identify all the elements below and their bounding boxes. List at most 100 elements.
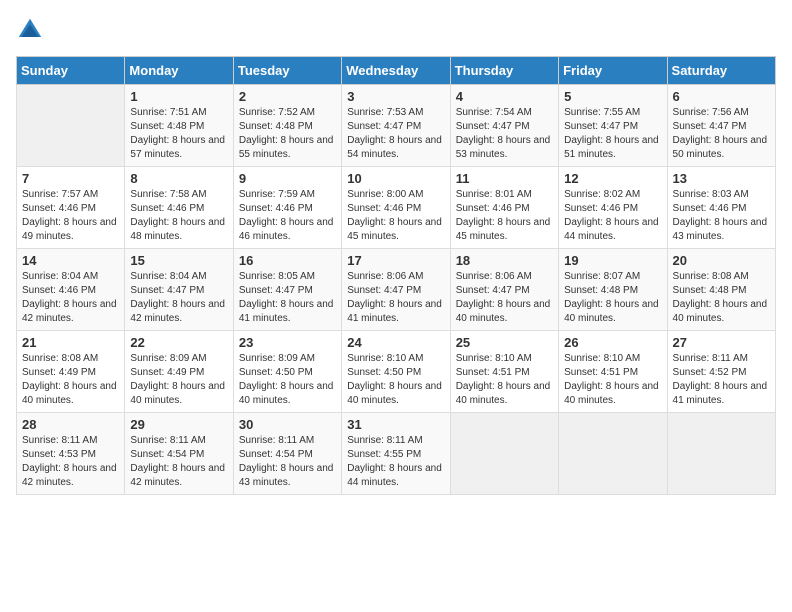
calendar-cell: 31 Sunrise: 8:11 AMSunset: 4:55 PMDaylig… — [342, 413, 450, 495]
calendar-cell: 10 Sunrise: 8:00 AMSunset: 4:46 PMDaylig… — [342, 167, 450, 249]
cell-info: Sunrise: 8:11 AMSunset: 4:53 PMDaylight:… — [22, 434, 119, 490]
cell-info: Sunrise: 7:56 AMSunset: 4:47 PMDaylight:… — [673, 106, 770, 162]
calendar-cell: 11 Sunrise: 8:01 AMSunset: 4:46 PMDaylig… — [450, 167, 558, 249]
calendar-cell: 20 Sunrise: 8:08 AMSunset: 4:48 PMDaylig… — [667, 249, 775, 331]
cell-info: Sunrise: 7:51 AMSunset: 4:48 PMDaylight:… — [130, 106, 227, 162]
cell-info: Sunrise: 8:04 AMSunset: 4:47 PMDaylight:… — [130, 270, 227, 326]
cell-info: Sunrise: 8:07 AMSunset: 4:48 PMDaylight:… — [564, 270, 661, 326]
cell-info: Sunrise: 8:11 AMSunset: 4:54 PMDaylight:… — [239, 434, 336, 490]
day-number: 10 — [347, 171, 444, 186]
day-number: 24 — [347, 335, 444, 350]
calendar-cell: 15 Sunrise: 8:04 AMSunset: 4:47 PMDaylig… — [125, 249, 233, 331]
calendar-cell: 4 Sunrise: 7:54 AMSunset: 4:47 PMDayligh… — [450, 85, 558, 167]
day-number: 27 — [673, 335, 770, 350]
day-number: 14 — [22, 253, 119, 268]
calendar-cell: 13 Sunrise: 8:03 AMSunset: 4:46 PMDaylig… — [667, 167, 775, 249]
calendar-cell: 19 Sunrise: 8:07 AMSunset: 4:48 PMDaylig… — [559, 249, 667, 331]
cell-info: Sunrise: 8:06 AMSunset: 4:47 PMDaylight:… — [347, 270, 444, 326]
calendar-cell: 22 Sunrise: 8:09 AMSunset: 4:49 PMDaylig… — [125, 331, 233, 413]
calendar-cell — [559, 413, 667, 495]
calendar-cell — [17, 85, 125, 167]
day-number: 2 — [239, 89, 336, 104]
day-number: 15 — [130, 253, 227, 268]
cell-info: Sunrise: 8:09 AMSunset: 4:50 PMDaylight:… — [239, 352, 336, 408]
day-number: 3 — [347, 89, 444, 104]
cell-info: Sunrise: 8:06 AMSunset: 4:47 PMDaylight:… — [456, 270, 553, 326]
calendar-cell: 16 Sunrise: 8:05 AMSunset: 4:47 PMDaylig… — [233, 249, 341, 331]
day-number: 1 — [130, 89, 227, 104]
cell-info: Sunrise: 8:00 AMSunset: 4:46 PMDaylight:… — [347, 188, 444, 244]
calendar-cell: 24 Sunrise: 8:10 AMSunset: 4:50 PMDaylig… — [342, 331, 450, 413]
header-row: SundayMondayTuesdayWednesdayThursdayFrid… — [17, 57, 776, 85]
calendar-cell: 1 Sunrise: 7:51 AMSunset: 4:48 PMDayligh… — [125, 85, 233, 167]
weekday-header: Friday — [559, 57, 667, 85]
calendar-cell: 7 Sunrise: 7:57 AMSunset: 4:46 PMDayligh… — [17, 167, 125, 249]
cell-info: Sunrise: 8:10 AMSunset: 4:51 PMDaylight:… — [456, 352, 553, 408]
calendar-cell: 28 Sunrise: 8:11 AMSunset: 4:53 PMDaylig… — [17, 413, 125, 495]
day-number: 6 — [673, 89, 770, 104]
weekday-header: Thursday — [450, 57, 558, 85]
day-number: 25 — [456, 335, 553, 350]
calendar-cell: 9 Sunrise: 7:59 AMSunset: 4:46 PMDayligh… — [233, 167, 341, 249]
logo-icon — [16, 16, 44, 44]
cell-info: Sunrise: 8:04 AMSunset: 4:46 PMDaylight:… — [22, 270, 119, 326]
cell-info: Sunrise: 8:11 AMSunset: 4:52 PMDaylight:… — [673, 352, 770, 408]
day-number: 19 — [564, 253, 661, 268]
calendar-week-row: 28 Sunrise: 8:11 AMSunset: 4:53 PMDaylig… — [17, 413, 776, 495]
weekday-header: Wednesday — [342, 57, 450, 85]
calendar-cell — [450, 413, 558, 495]
logo — [16, 16, 48, 44]
day-number: 22 — [130, 335, 227, 350]
calendar-cell: 17 Sunrise: 8:06 AMSunset: 4:47 PMDaylig… — [342, 249, 450, 331]
calendar-cell: 5 Sunrise: 7:55 AMSunset: 4:47 PMDayligh… — [559, 85, 667, 167]
cell-info: Sunrise: 8:08 AMSunset: 4:48 PMDaylight:… — [673, 270, 770, 326]
day-number: 26 — [564, 335, 661, 350]
calendar-week-row: 1 Sunrise: 7:51 AMSunset: 4:48 PMDayligh… — [17, 85, 776, 167]
calendar-cell: 12 Sunrise: 8:02 AMSunset: 4:46 PMDaylig… — [559, 167, 667, 249]
cell-info: Sunrise: 7:55 AMSunset: 4:47 PMDaylight:… — [564, 106, 661, 162]
calendar-week-row: 21 Sunrise: 8:08 AMSunset: 4:49 PMDaylig… — [17, 331, 776, 413]
calendar-cell: 8 Sunrise: 7:58 AMSunset: 4:46 PMDayligh… — [125, 167, 233, 249]
day-number: 31 — [347, 417, 444, 432]
day-number: 30 — [239, 417, 336, 432]
cell-info: Sunrise: 8:03 AMSunset: 4:46 PMDaylight:… — [673, 188, 770, 244]
calendar-cell: 3 Sunrise: 7:53 AMSunset: 4:47 PMDayligh… — [342, 85, 450, 167]
header — [16, 16, 776, 44]
calendar-week-row: 7 Sunrise: 7:57 AMSunset: 4:46 PMDayligh… — [17, 167, 776, 249]
calendar-cell: 21 Sunrise: 8:08 AMSunset: 4:49 PMDaylig… — [17, 331, 125, 413]
calendar-cell: 27 Sunrise: 8:11 AMSunset: 4:52 PMDaylig… — [667, 331, 775, 413]
cell-info: Sunrise: 8:09 AMSunset: 4:49 PMDaylight:… — [130, 352, 227, 408]
day-number: 5 — [564, 89, 661, 104]
weekday-header: Tuesday — [233, 57, 341, 85]
cell-info: Sunrise: 7:52 AMSunset: 4:48 PMDaylight:… — [239, 106, 336, 162]
calendar-cell: 26 Sunrise: 8:10 AMSunset: 4:51 PMDaylig… — [559, 331, 667, 413]
cell-info: Sunrise: 7:57 AMSunset: 4:46 PMDaylight:… — [22, 188, 119, 244]
day-number: 7 — [22, 171, 119, 186]
day-number: 28 — [22, 417, 119, 432]
calendar-cell: 2 Sunrise: 7:52 AMSunset: 4:48 PMDayligh… — [233, 85, 341, 167]
calendar-cell: 30 Sunrise: 8:11 AMSunset: 4:54 PMDaylig… — [233, 413, 341, 495]
cell-info: Sunrise: 7:58 AMSunset: 4:46 PMDaylight:… — [130, 188, 227, 244]
calendar-cell: 14 Sunrise: 8:04 AMSunset: 4:46 PMDaylig… — [17, 249, 125, 331]
cell-info: Sunrise: 7:53 AMSunset: 4:47 PMDaylight:… — [347, 106, 444, 162]
cell-info: Sunrise: 8:02 AMSunset: 4:46 PMDaylight:… — [564, 188, 661, 244]
weekday-header: Monday — [125, 57, 233, 85]
day-number: 18 — [456, 253, 553, 268]
calendar-cell: 23 Sunrise: 8:09 AMSunset: 4:50 PMDaylig… — [233, 331, 341, 413]
calendar-cell — [667, 413, 775, 495]
calendar-cell: 29 Sunrise: 8:11 AMSunset: 4:54 PMDaylig… — [125, 413, 233, 495]
day-number: 4 — [456, 89, 553, 104]
day-number: 29 — [130, 417, 227, 432]
day-number: 9 — [239, 171, 336, 186]
calendar-cell: 25 Sunrise: 8:10 AMSunset: 4:51 PMDaylig… — [450, 331, 558, 413]
cell-info: Sunrise: 8:11 AMSunset: 4:55 PMDaylight:… — [347, 434, 444, 490]
cell-info: Sunrise: 8:11 AMSunset: 4:54 PMDaylight:… — [130, 434, 227, 490]
calendar-cell: 18 Sunrise: 8:06 AMSunset: 4:47 PMDaylig… — [450, 249, 558, 331]
day-number: 12 — [564, 171, 661, 186]
day-number: 23 — [239, 335, 336, 350]
day-number: 11 — [456, 171, 553, 186]
cell-info: Sunrise: 8:10 AMSunset: 4:51 PMDaylight:… — [564, 352, 661, 408]
calendar-cell: 6 Sunrise: 7:56 AMSunset: 4:47 PMDayligh… — [667, 85, 775, 167]
day-number: 20 — [673, 253, 770, 268]
weekday-header: Saturday — [667, 57, 775, 85]
